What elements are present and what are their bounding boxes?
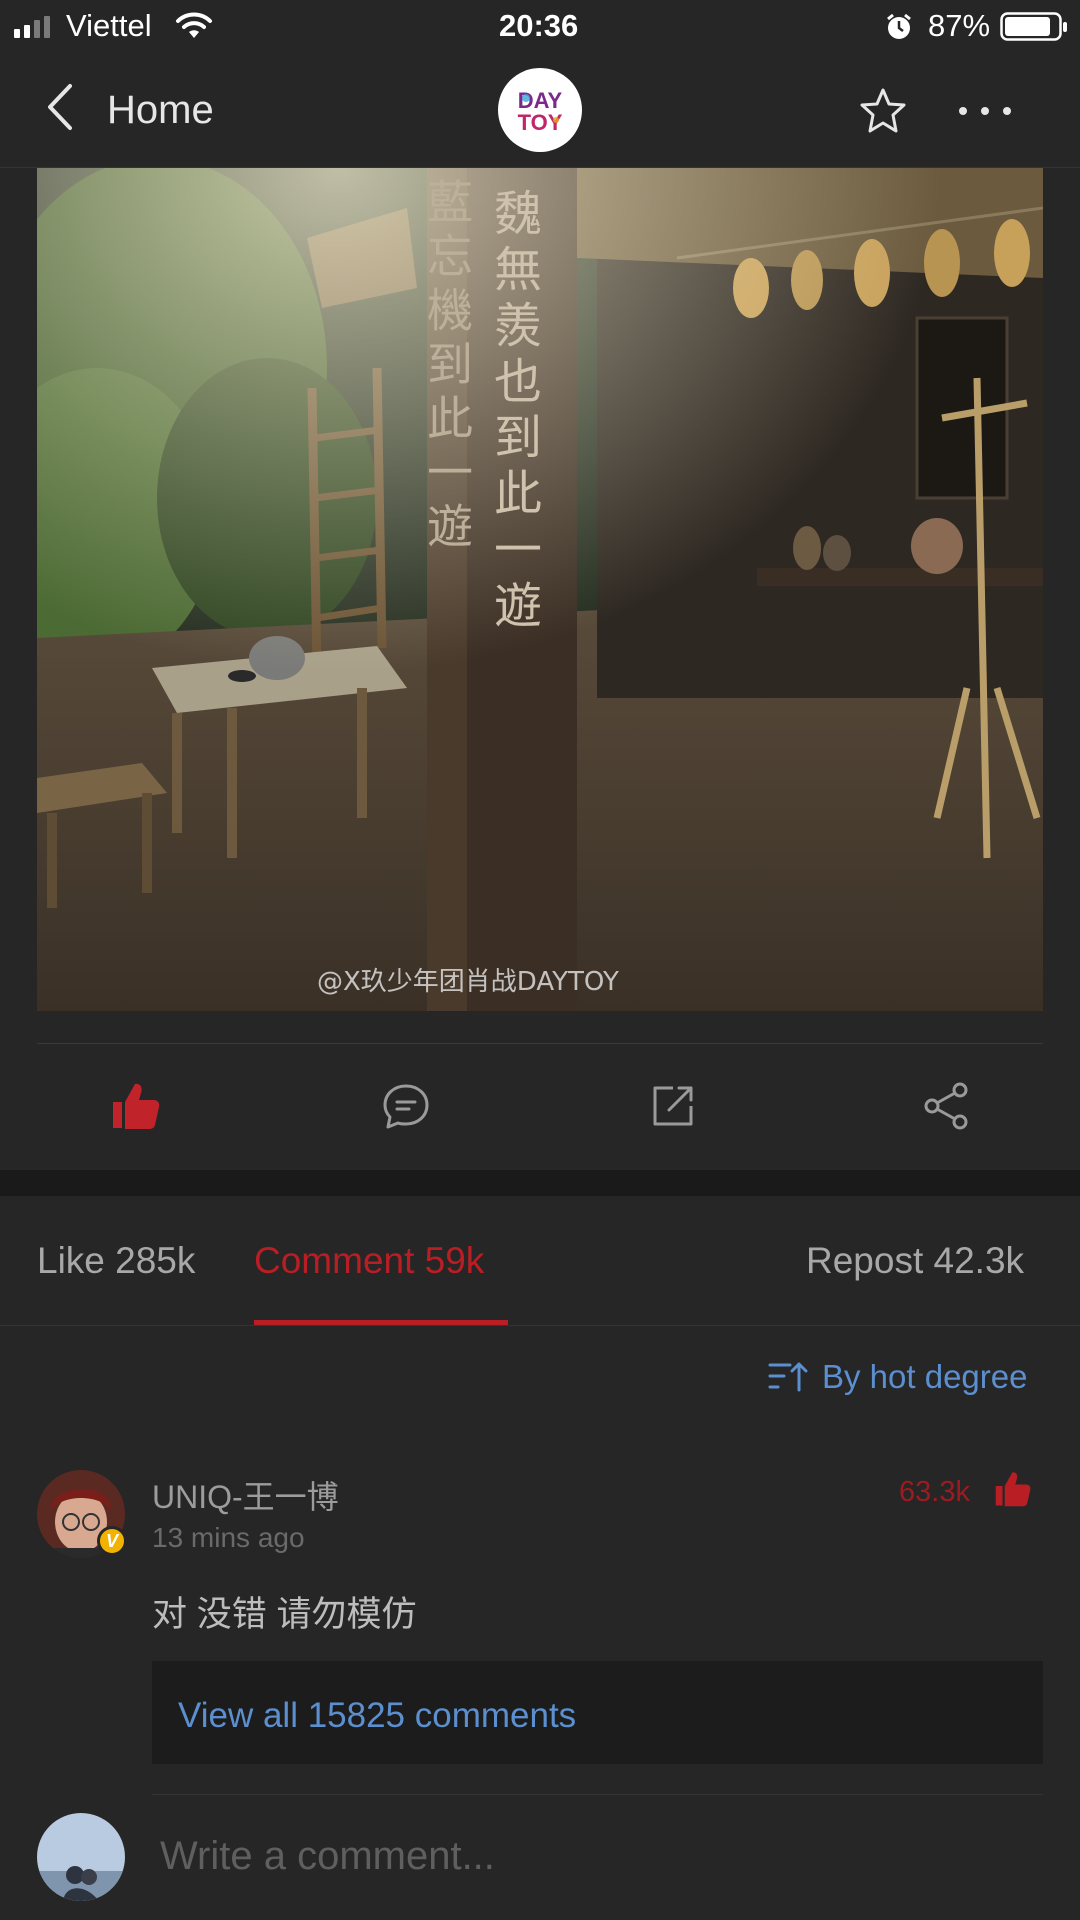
tab-comment[interactable]: Comment 59k <box>254 1240 484 1282</box>
share-icon[interactable] <box>918 1078 974 1134</box>
post-right-inscription: 魏無羨也到此一遊 <box>485 188 541 636</box>
tab-repost[interactable]: Repost 42.3k <box>806 1240 1024 1282</box>
forward-icon[interactable] <box>645 1078 701 1134</box>
alarm-icon <box>887 13 911 39</box>
comment-input[interactable]: Write a comment... <box>160 1834 495 1879</box>
post-photo[interactable]: 魏無羨也到此一遊 藍忘機到此一遊 @X玖少年团肖战DAYTOY <box>37 168 1043 1011</box>
comment-username[interactable]: UNIQ-王一博 <box>152 1472 339 1518</box>
verified-badge: V <box>97 1526 127 1556</box>
sort-button[interactable]: By hot degree <box>768 1358 1027 1396</box>
divider <box>0 1325 1080 1326</box>
sort-icon <box>768 1362 808 1392</box>
tab-like[interactable]: Like 285k <box>37 1240 195 1282</box>
view-all-comments-link[interactable]: View all 15825 comments <box>178 1696 576 1736</box>
divider <box>37 1043 1043 1044</box>
divider <box>152 1794 1043 1795</box>
star-icon[interactable] <box>858 86 908 136</box>
comment-like-count: 63.3k <box>899 1476 970 1508</box>
comment-text: 对 没错 请勿模仿 <box>152 1595 417 1634</box>
comment-icon[interactable] <box>378 1078 434 1134</box>
carrier-label: Viettel <box>66 8 152 43</box>
battery-icon <box>1000 12 1067 41</box>
post-left-inscription: 藍忘機到此一遊 <box>420 178 474 556</box>
wifi-icon <box>176 12 212 38</box>
sort-label: By hot degree <box>822 1358 1028 1395</box>
photo-watermark: @X玖少年团肖战DAYTOY <box>317 967 619 997</box>
thumb-up-icon[interactable] <box>108 1078 164 1134</box>
section-separator <box>0 1170 1080 1196</box>
battery-percent: 87% <box>928 8 991 43</box>
my-avatar <box>37 1813 125 1901</box>
profile-logo[interactable]: DAY TOY <box>498 68 582 152</box>
comment-timestamp: 13 mins ago <box>152 1522 305 1553</box>
clock: 20:36 <box>499 8 579 43</box>
more-horizontal-icon[interactable] <box>955 96 1015 126</box>
back-button[interactable] <box>40 80 80 134</box>
thumb-up-icon[interactable] <box>992 1468 1034 1510</box>
nav-title[interactable]: Home <box>107 88 214 133</box>
signal-icon <box>14 16 50 38</box>
